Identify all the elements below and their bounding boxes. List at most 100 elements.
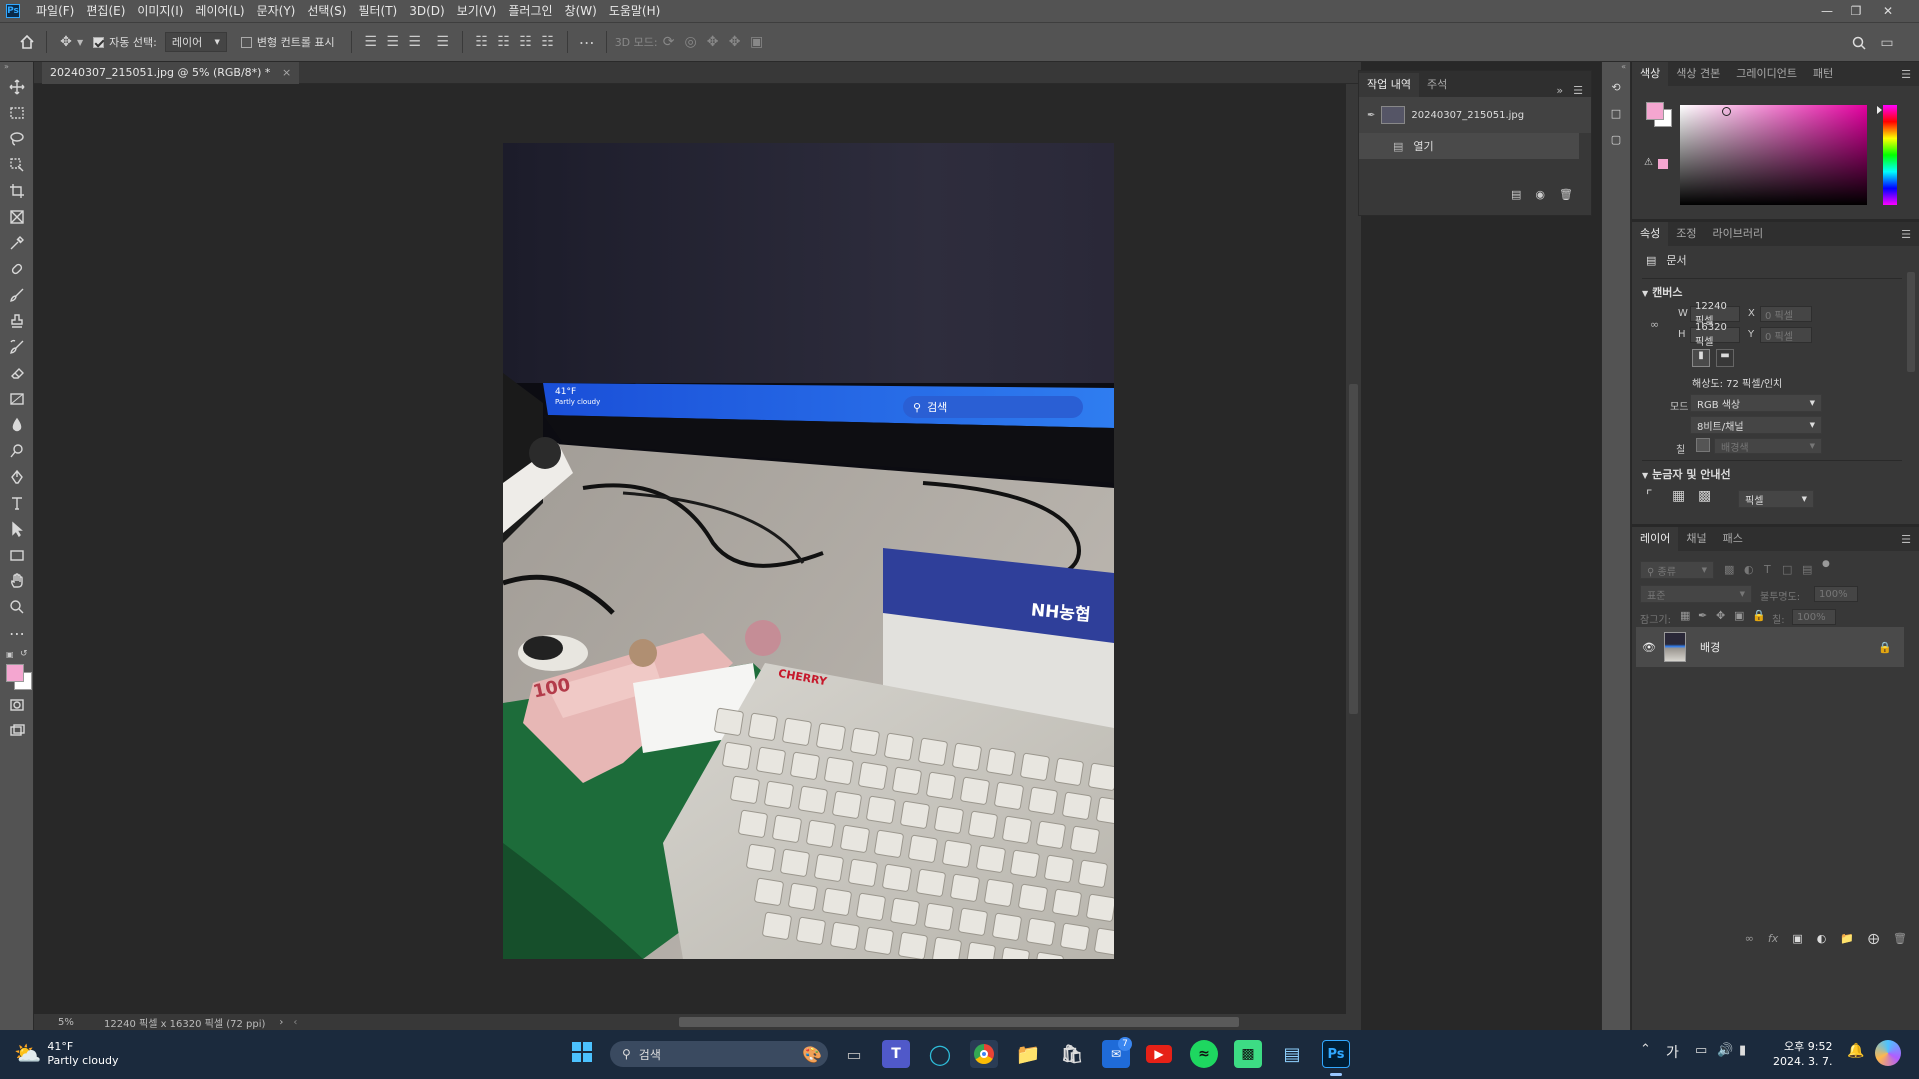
rulers-icon[interactable]: ⌜ (1646, 488, 1653, 504)
filter-shape-icon[interactable]: □ (1782, 563, 1792, 576)
close-tab-icon[interactable]: × (282, 66, 291, 79)
weather-widget[interactable]: ⛅ 41°F Partly cloudy (14, 1040, 118, 1068)
tab-swatches[interactable]: 색상 견본 (1668, 62, 1728, 86)
add-mask-icon[interactable]: ▣ (1792, 932, 1802, 945)
more-options-icon[interactable]: ⋯ (576, 31, 598, 53)
layer-row-background[interactable]: 👁 배경 🔒 (1636, 627, 1904, 667)
height-field[interactable]: 16320 픽셀 (1690, 322, 1740, 348)
new-group-icon[interactable]: 📁 (1840, 932, 1854, 945)
transform-controls-checkbox[interactable] (240, 36, 252, 48)
path-select-tool-icon[interactable] (0, 516, 34, 542)
portrait-orientation-icon[interactable]: ▮ (1692, 349, 1710, 367)
gamut-color-chip[interactable] (1658, 159, 1668, 169)
tab-color[interactable]: 색상 (1632, 62, 1669, 86)
link-layers-icon[interactable]: ∞ (1745, 932, 1754, 945)
strip-collapse-icon[interactable]: « (1602, 62, 1630, 74)
ruler-units-dropdown[interactable]: 픽셀 ▼ (1738, 490, 1814, 508)
menu-plugins[interactable]: 플러그인 (502, 0, 558, 22)
fill-color-chip[interactable] (1696, 438, 1710, 452)
battery-icon[interactable]: ▮ (1739, 1043, 1746, 1058)
minimize-icon[interactable]: — (1813, 0, 1841, 22)
scroll-left-icon[interactable]: ‹ (293, 1017, 297, 1028)
gradient-tool-icon[interactable] (0, 386, 34, 412)
file-explorer-icon[interactable]: 📁 (1014, 1040, 1042, 1068)
comments-icon[interactable]: □ (1602, 100, 1630, 126)
3d-cube-icon[interactable]: ▢ (1602, 126, 1630, 152)
notification-bell-icon[interactable]: 🔔 (1847, 1043, 1864, 1059)
trash-icon[interactable]: 🗑 (1559, 188, 1573, 201)
lock-position-icon[interactable]: ✥ (1716, 609, 1725, 622)
lasso-tool-icon[interactable] (0, 126, 34, 152)
marquee-tool-icon[interactable] (0, 100, 34, 126)
layer-name[interactable]: 배경 (1700, 639, 1720, 655)
align-bottom-icon[interactable]: ☷ (515, 31, 537, 53)
more-tools-icon[interactable]: ⋯ (0, 620, 34, 646)
fill-dropdown[interactable]: 배경색 ▼ (1714, 438, 1822, 454)
rectangle-tool-icon[interactable] (0, 542, 34, 568)
orbit-3d-icon[interactable]: ⟳ (658, 31, 680, 53)
tab-notes[interactable]: 주석 (1419, 73, 1455, 97)
align-middle-icon[interactable]: ☷ (493, 31, 515, 53)
layer-filter-dropdown[interactable]: ⚲ 종류 ▼ (1640, 561, 1714, 579)
tab-layers[interactable]: 레이어 (1632, 527, 1679, 551)
filter-type-icon[interactable]: T (1764, 563, 1771, 576)
taskbar-search[interactable]: ⚲ 검색 🎨 (610, 1041, 828, 1067)
auto-select-checkbox[interactable] (93, 36, 105, 48)
bit-depth-dropdown[interactable]: 8비트/채널 ▼ (1690, 416, 1822, 434)
panel-menu-icon[interactable]: ☰ (1901, 533, 1911, 546)
hue-slider-handle[interactable] (1877, 106, 1882, 114)
tray-overflow-icon[interactable]: ⌃ (1640, 1042, 1651, 1057)
menu-edit[interactable]: 편집(E) (80, 0, 131, 22)
history-brush-source-icon[interactable]: ✒ (1367, 110, 1375, 121)
fx-icon[interactable]: fx (1768, 932, 1778, 945)
move-tool-icon[interactable]: ✥ (55, 31, 77, 53)
move-tool-icon[interactable] (0, 74, 34, 100)
collapse-icon[interactable]: » (0, 62, 33, 74)
menu-select[interactable]: 선택(S) (301, 0, 352, 22)
align-center-icon[interactable]: ☰ (382, 31, 404, 53)
panel-menu-icon[interactable]: ☰ (1901, 68, 1911, 81)
notepad-icon[interactable]: ▤ (1278, 1040, 1306, 1068)
tab-properties[interactable]: 속성 (1632, 222, 1669, 246)
chevron-down-icon[interactable]: ▼ (77, 38, 83, 47)
history-panel-icon[interactable]: ⟲ (1602, 74, 1630, 100)
windows-start-icon[interactable] (572, 1042, 592, 1062)
lock-artboard-icon[interactable]: ▣ (1734, 609, 1744, 622)
search-icon[interactable] (1848, 32, 1870, 54)
lock-all-icon[interactable]: 🔒 (1752, 609, 1766, 622)
tab-gradients[interactable]: 그레이디언트 (1728, 62, 1805, 86)
align-top-icon[interactable]: ☷ (471, 31, 493, 53)
grid-icon[interactable]: ▦ (1672, 488, 1685, 504)
hand-tool-icon[interactable] (0, 568, 34, 594)
default-colors-icon[interactable]: ▣ (6, 650, 14, 659)
hue-slider[interactable] (1883, 105, 1897, 205)
photoshop-taskbar-icon[interactable]: Ps (1322, 1040, 1350, 1068)
status-expand-icon[interactable]: › (279, 1017, 283, 1028)
history-step-open[interactable]: ▤ 열기 (1359, 133, 1579, 159)
youtube-icon[interactable]: ▶ (1146, 1045, 1172, 1063)
align-right-icon[interactable]: ☰ (404, 31, 426, 53)
landscape-orientation-icon[interactable]: ▬ (1716, 349, 1734, 367)
filter-toggle-icon[interactable]: ● (1822, 559, 1830, 569)
volume-icon[interactable]: 🔊 (1717, 1043, 1733, 1058)
menu-filter[interactable]: 필터(T) (352, 0, 403, 22)
horizontal-scrollbar[interactable] (679, 1017, 1239, 1027)
dodge-tool-icon[interactable] (0, 438, 34, 464)
blend-mode-dropdown[interactable]: 표준 ▼ (1640, 585, 1752, 603)
y-field[interactable]: 0 픽셀 (1760, 327, 1812, 343)
menu-help[interactable]: 도움말(H) (603, 0, 667, 22)
link-icon[interactable]: ∞ (1650, 318, 1659, 331)
swap-colors-icon[interactable]: ↺ (20, 649, 28, 659)
edge-icon[interactable]: ◯ (926, 1040, 954, 1068)
rulers-section-header[interactable]: ▼ 눈금자 및 안내선 (1642, 466, 1731, 482)
teams-icon[interactable]: T (882, 1040, 910, 1068)
menu-3d[interactable]: 3D(D) (403, 0, 450, 22)
zoom-level[interactable]: 5% (58, 1017, 94, 1028)
pan-3d-icon[interactable]: ✥ (702, 31, 724, 53)
crop-tool-icon[interactable] (0, 178, 34, 204)
network-icon[interactable]: ▭ (1695, 1043, 1707, 1058)
gamut-warning-icon[interactable]: ⚠ (1644, 157, 1653, 168)
document-info[interactable]: 12240 픽셀 x 16320 픽셀 (72 ppi) (104, 1015, 265, 1030)
opacity-field[interactable]: 100% (1814, 586, 1858, 602)
align-left-icon[interactable]: ☰ (360, 31, 382, 53)
